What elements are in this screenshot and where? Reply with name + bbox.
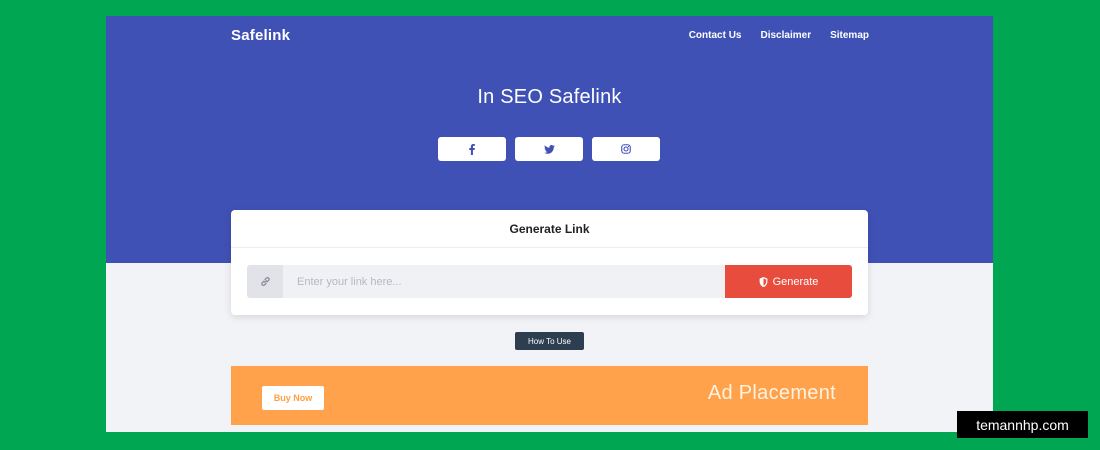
buy-now-button[interactable]: Buy Now — [262, 386, 324, 410]
watermark: temannhp.com — [957, 411, 1088, 438]
social-buttons — [438, 137, 660, 161]
how-to-use-button[interactable]: How To Use — [515, 332, 584, 350]
nav-contact-us[interactable]: Contact Us — [689, 30, 742, 41]
shield-icon — [759, 276, 767, 287]
twitter-button[interactable] — [515, 137, 583, 161]
generate-button[interactable]: Generate — [725, 265, 852, 298]
link-icon — [260, 277, 270, 286]
ad-banner: Buy Now Ad Placement — [231, 366, 868, 425]
generate-link-card: Generate Link Generate — [231, 210, 868, 315]
instagram-icon — [621, 144, 631, 154]
generate-button-label: Generate — [772, 275, 819, 288]
link-input-group: Generate — [247, 265, 852, 298]
link-addon — [247, 265, 283, 298]
link-input[interactable] — [283, 265, 725, 298]
nav-disclaimer[interactable]: Disclaimer — [761, 30, 812, 41]
browser-viewport: Safelink Contact Us Disclaimer Sitemap I… — [106, 16, 993, 432]
card-title: Generate Link — [231, 210, 868, 248]
top-nav: Contact Us Disclaimer Sitemap — [689, 30, 869, 41]
nav-sitemap[interactable]: Sitemap — [830, 30, 869, 41]
twitter-icon — [543, 144, 555, 154]
page-title: In SEO Safelink — [477, 86, 622, 108]
facebook-button[interactable] — [438, 137, 506, 161]
ad-placement-text: Ad Placement — [707, 382, 836, 404]
facebook-icon — [469, 143, 475, 155]
site-logo[interactable]: Safelink — [231, 27, 290, 44]
instagram-button[interactable] — [592, 137, 660, 161]
